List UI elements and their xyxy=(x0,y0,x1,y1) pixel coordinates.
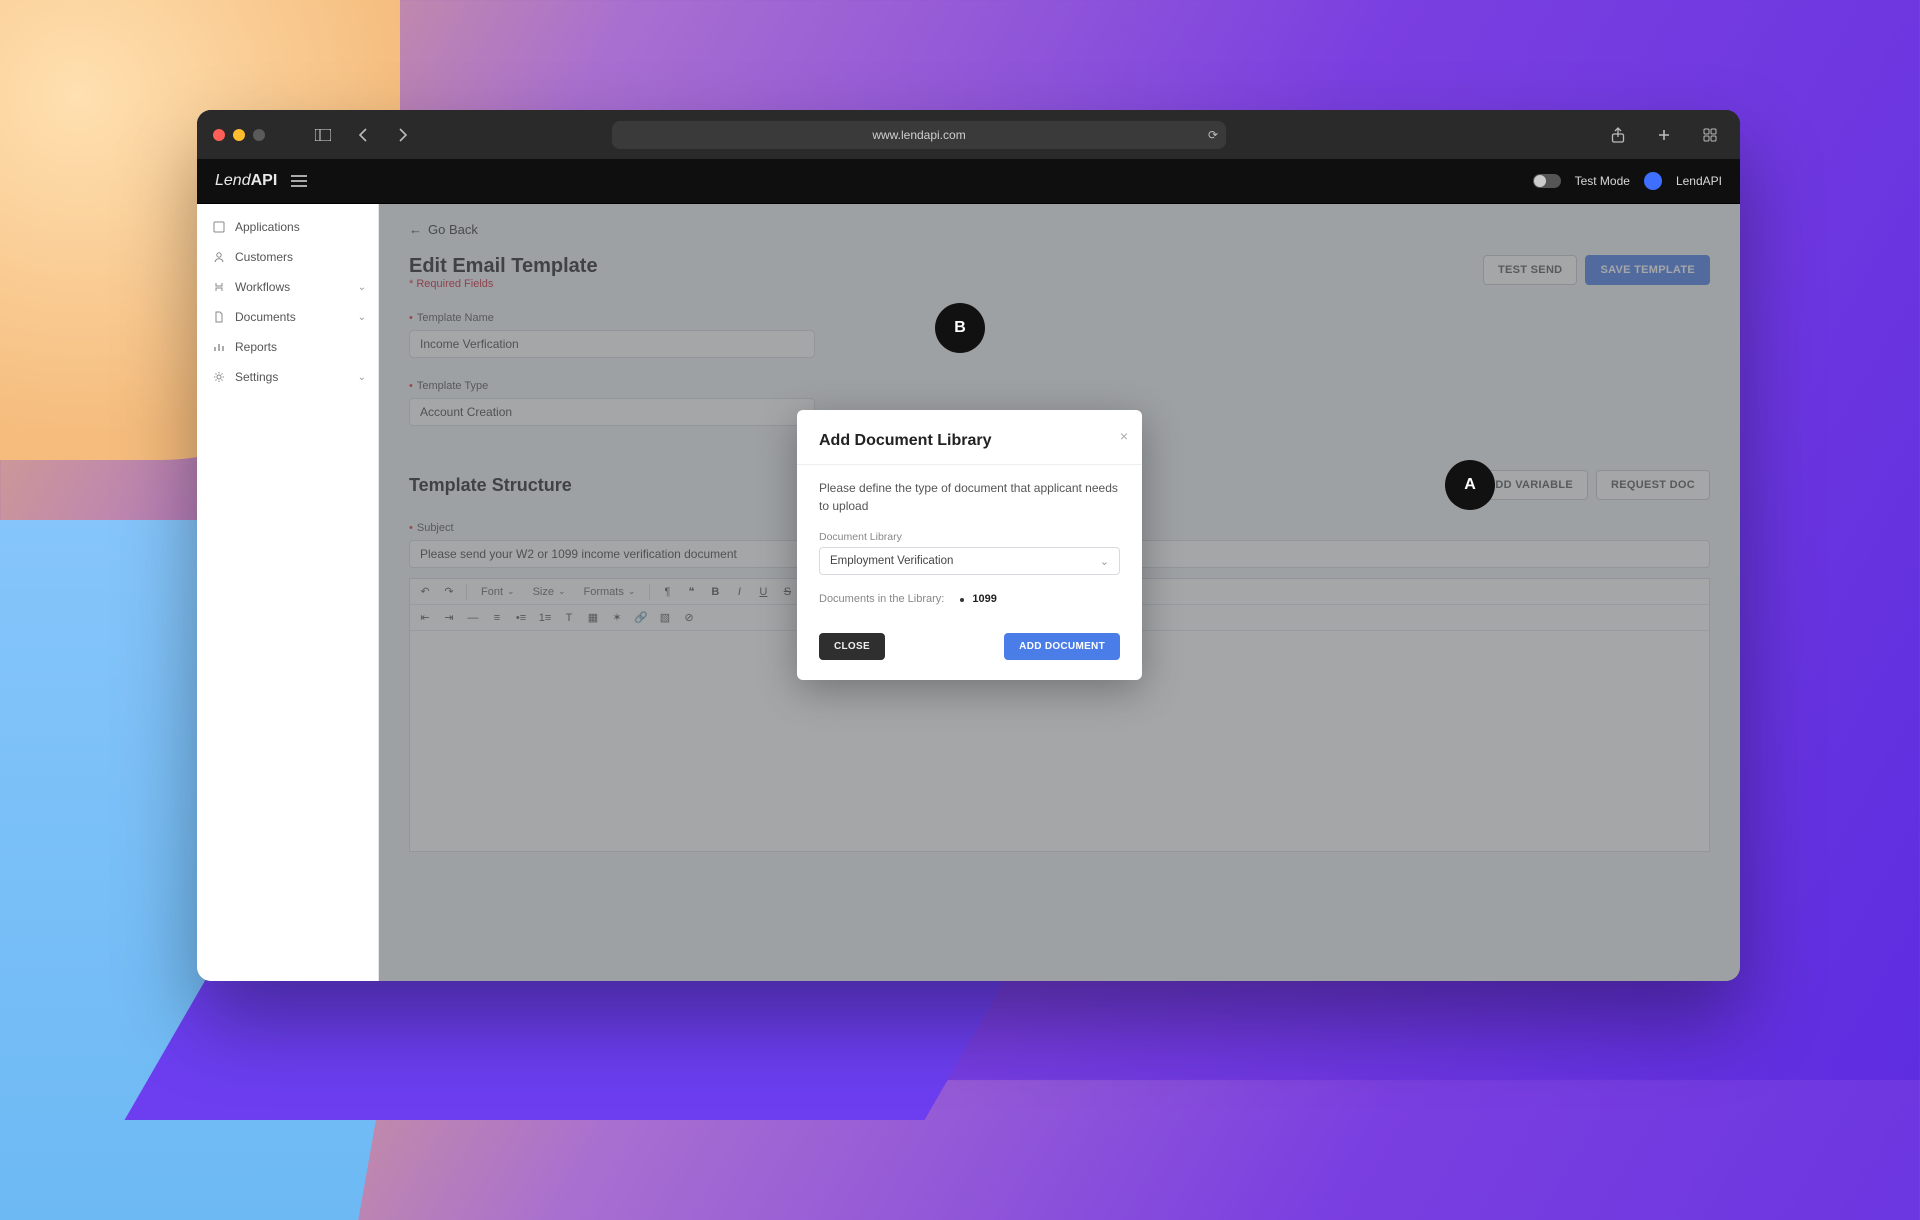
sidebar-item-label: Settings xyxy=(235,370,278,384)
reload-icon[interactable]: ⟳ xyxy=(1208,128,1218,142)
reports-icon xyxy=(213,341,225,353)
app-header: LendAPI Test Mode LendAPI xyxy=(197,159,1740,204)
sidebar-item-applications[interactable]: Applications xyxy=(197,212,378,242)
new-tab-icon[interactable] xyxy=(1650,121,1678,149)
url-text: www.lendapi.com xyxy=(872,128,965,142)
bullet-icon xyxy=(960,598,964,602)
customers-icon xyxy=(213,251,225,263)
annotation-callout-b: B xyxy=(935,303,985,353)
maximize-window-dot[interactable] xyxy=(253,129,265,141)
tabs-grid-icon[interactable] xyxy=(1696,121,1724,149)
sidebar-item-workflows[interactable]: Workflows ⌄ xyxy=(197,272,378,302)
gear-icon xyxy=(213,371,225,383)
annotation-callout-a: A xyxy=(1445,460,1495,510)
share-icon[interactable] xyxy=(1604,121,1632,149)
chevron-down-icon: ⌄ xyxy=(358,372,366,383)
library-doc-item: 1099 xyxy=(972,593,996,605)
sidebar-item-customers[interactable]: Customers xyxy=(197,242,378,272)
document-library-select[interactable]: Employment Verification ⌄ xyxy=(819,547,1120,575)
sidebar-item-label: Customers xyxy=(235,250,293,264)
document-library-value: Employment Verification xyxy=(830,555,953,567)
sidebar-item-reports[interactable]: Reports xyxy=(197,332,378,362)
applications-icon xyxy=(213,221,225,233)
browser-window: www.lendapi.com ⟳ LendAPI Test Mode xyxy=(197,110,1740,981)
nav-forward-icon[interactable] xyxy=(389,121,417,149)
close-window-dot[interactable] xyxy=(213,129,225,141)
user-label: LendAPI xyxy=(1676,174,1722,188)
url-bar[interactable]: www.lendapi.com ⟳ xyxy=(612,121,1226,149)
documents-icon xyxy=(213,311,225,323)
modal-close-icon[interactable]: × xyxy=(1120,428,1128,444)
browser-titlebar: www.lendapi.com ⟳ xyxy=(197,110,1740,159)
test-mode-toggle[interactable] xyxy=(1533,174,1561,188)
document-library-label: Document Library xyxy=(819,531,1120,543)
test-mode-label: Test Mode xyxy=(1575,174,1630,188)
modal-add-document-button[interactable]: ADD DOCUMENT xyxy=(1004,633,1120,660)
nav-back-icon[interactable] xyxy=(349,121,377,149)
sidebar: Applications Customers Workflows ⌄ Docum… xyxy=(197,204,379,981)
workflows-icon xyxy=(213,281,225,293)
sidebar-toggle-icon[interactable] xyxy=(309,121,337,149)
brand-bold: API xyxy=(251,172,278,189)
modal-description: Please define the type of document that … xyxy=(819,479,1120,515)
docs-in-library-label: Documents in the Library: xyxy=(819,593,944,605)
brand-logo[interactable]: LendAPI xyxy=(215,172,307,190)
sidebar-item-label: Reports xyxy=(235,340,277,354)
sidebar-item-documents[interactable]: Documents ⌄ xyxy=(197,302,378,332)
chevron-down-icon: ⌄ xyxy=(358,282,366,293)
modal-close-button[interactable]: CLOSE xyxy=(819,633,885,660)
sidebar-item-label: Documents xyxy=(235,310,296,324)
brand-prefix: Lend xyxy=(215,172,251,189)
sidebar-item-label: Workflows xyxy=(235,280,290,294)
minimize-window-dot[interactable] xyxy=(233,129,245,141)
chevron-down-icon: ⌄ xyxy=(358,312,366,323)
collapse-sidebar-icon[interactable] xyxy=(291,175,307,187)
add-document-modal: Add Document Library × Please define the… xyxy=(797,410,1142,680)
window-controls xyxy=(213,129,265,141)
user-avatar-icon[interactable] xyxy=(1644,172,1662,190)
chevron-down-icon: ⌄ xyxy=(1100,555,1109,568)
sidebar-item-label: Applications xyxy=(235,220,300,234)
modal-title: Add Document Library xyxy=(819,432,1120,450)
sidebar-item-settings[interactable]: Settings ⌄ xyxy=(197,362,378,392)
